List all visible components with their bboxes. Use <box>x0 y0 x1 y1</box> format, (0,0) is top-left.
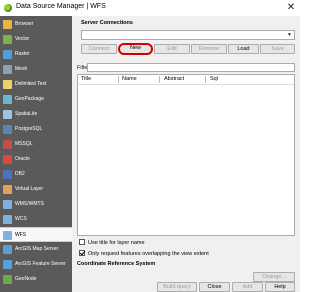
mssql-icon <box>3 140 12 149</box>
close-window-button[interactable]: ✕ <box>282 0 300 16</box>
arcgis-feature-icon <box>3 260 12 269</box>
title-bar: Data Source Manager | WFS ✕ <box>0 0 300 16</box>
connect-button[interactable]: Connect <box>81 44 117 54</box>
only-request-label: Only request features overlapping the vi… <box>88 251 209 257</box>
delimited-text-icon <box>3 80 12 89</box>
layer-table[interactable]: Title Name Abstract Sql <box>77 74 295 236</box>
sidebar-item-wfs[interactable]: WFS <box>0 227 72 242</box>
window-title: Data Source Manager | WFS <box>16 3 106 10</box>
help-button[interactable]: Help <box>265 282 295 292</box>
geonode-icon <box>3 275 12 284</box>
save-button[interactable]: Save <box>260 44 295 54</box>
sidebar-item-label: ArcGIS Map Server <box>15 246 59 252</box>
sidebar-item-label: SpatiaLite <box>15 111 38 117</box>
change-crs-button[interactable]: Change... <box>253 272 295 282</box>
sidebar-item-wms-wmts[interactable]: WMS/WMTS <box>0 197 72 212</box>
geopackage-icon <box>3 95 12 104</box>
sidebar-item-delimited-text[interactable]: Delimited Text <box>0 77 72 92</box>
sidebar-item-arcgis-feature-server[interactable]: ArcGIS Feature Server <box>0 257 72 272</box>
sidebar-item-geonode[interactable]: GeoNode <box>0 272 72 287</box>
oracle-icon <box>3 155 12 164</box>
wcs-icon <box>3 215 12 224</box>
close-button[interactable]: Close <box>199 282 230 292</box>
column-header-title[interactable]: Title <box>81 76 91 84</box>
server-connections-title: Server Connections <box>81 20 133 26</box>
db2-icon <box>3 170 12 179</box>
edit-button[interactable]: Edit <box>154 44 190 54</box>
sidebar-item-label: Mesh <box>15 66 28 72</box>
wfs-panel: Server Connections ▼ Connect New Edit Re… <box>73 16 300 292</box>
sidebar-item-db2[interactable]: DB2 <box>0 167 72 182</box>
postgresql-icon <box>3 125 12 134</box>
sidebar-item-label: PostgreSQL <box>15 126 43 132</box>
sidebar-item-label: WCS <box>15 216 27 222</box>
sidebar-item-label: Vector <box>15 36 30 42</box>
column-header-abstract[interactable]: Abstract <box>164 76 184 84</box>
vector-icon <box>3 35 12 44</box>
raster-icon <box>3 50 12 59</box>
use-title-label: Use title for layer name <box>88 240 145 246</box>
table-header-divider <box>78 84 294 85</box>
column-separator <box>118 76 119 83</box>
sidebar-item-spatialite[interactable]: SpatiaLite <box>0 107 72 122</box>
virtual-layer-icon <box>3 185 12 194</box>
column-separator <box>159 76 160 83</box>
load-button[interactable]: Load <box>228 44 259 54</box>
mesh-icon <box>3 65 12 74</box>
sidebar-item-wcs[interactable]: WCS <box>0 212 72 227</box>
sidebar-item-label: Delimited Text <box>15 81 47 87</box>
crs-title: Coordinate Reference System <box>77 261 156 267</box>
sidebar-item-label: Oracle <box>15 156 30 162</box>
sidebar-item-label: WFS <box>15 232 27 238</box>
sidebar-item-label: MSSQL <box>15 141 33 147</box>
sidebar-item-label: GeoNode <box>15 276 37 282</box>
sidebar-item-geopackage[interactable]: GeoPackage <box>0 92 72 107</box>
wfs-icon <box>3 231 12 240</box>
sidebar-item-raster[interactable]: Raster <box>0 47 72 62</box>
sidebar-item-mssql[interactable]: MSSQL <box>0 137 72 152</box>
sidebar-item-label: GeoPackage <box>15 96 44 102</box>
arcgis-map-icon <box>3 245 12 254</box>
connection-select[interactable]: ▼ <box>81 30 295 40</box>
only-request-checkbox[interactable] <box>79 250 85 256</box>
wms-icon <box>3 200 12 209</box>
chevron-down-icon: ▼ <box>287 32 292 38</box>
sidebar-item-mesh[interactable]: Mesh <box>0 62 72 77</box>
sidebar-item-label: Browser <box>15 21 34 27</box>
sidebar-item-oracle[interactable]: Oracle <box>0 152 72 167</box>
qgis-logo-icon <box>4 4 12 12</box>
sidebar-item-browser[interactable]: Browser <box>0 17 72 32</box>
add-button[interactable]: Add <box>232 282 263 292</box>
sidebar-item-label: Raster <box>15 51 30 57</box>
sidebar-item-label: DB2 <box>15 171 25 177</box>
filter-input[interactable] <box>87 63 295 72</box>
source-type-sidebar: Browser Vector Raster Mesh Delimited Text Geo… <box>0 16 72 292</box>
use-title-checkbox[interactable] <box>79 239 85 245</box>
sidebar-item-postgresql[interactable]: PostgreSQL <box>0 122 72 137</box>
column-separator <box>205 76 206 83</box>
new-connection-button[interactable]: New <box>118 43 153 55</box>
column-header-name[interactable]: Name <box>122 76 137 84</box>
data-source-manager-window: Data Source Manager | WFS ✕ Browser Vecto… <box>0 0 300 292</box>
sidebar-item-label: WMS/WMTS <box>15 201 44 207</box>
sidebar-item-label: Virtual Layer <box>15 186 43 192</box>
sidebar-item-label: ArcGIS Feature Server <box>15 261 66 267</box>
column-header-sql[interactable]: Sql <box>210 76 218 84</box>
browser-icon <box>3 20 12 29</box>
sidebar-item-arcgis-map-server[interactable]: ArcGIS Map Server <box>0 242 72 257</box>
sidebar-item-virtual-layer[interactable]: Virtual Layer <box>0 182 72 197</box>
remove-button[interactable]: Remove <box>191 44 227 54</box>
build-query-button[interactable]: Build query <box>157 282 197 292</box>
spatialite-icon <box>3 110 12 119</box>
sidebar-item-vector[interactable]: Vector <box>0 32 72 47</box>
